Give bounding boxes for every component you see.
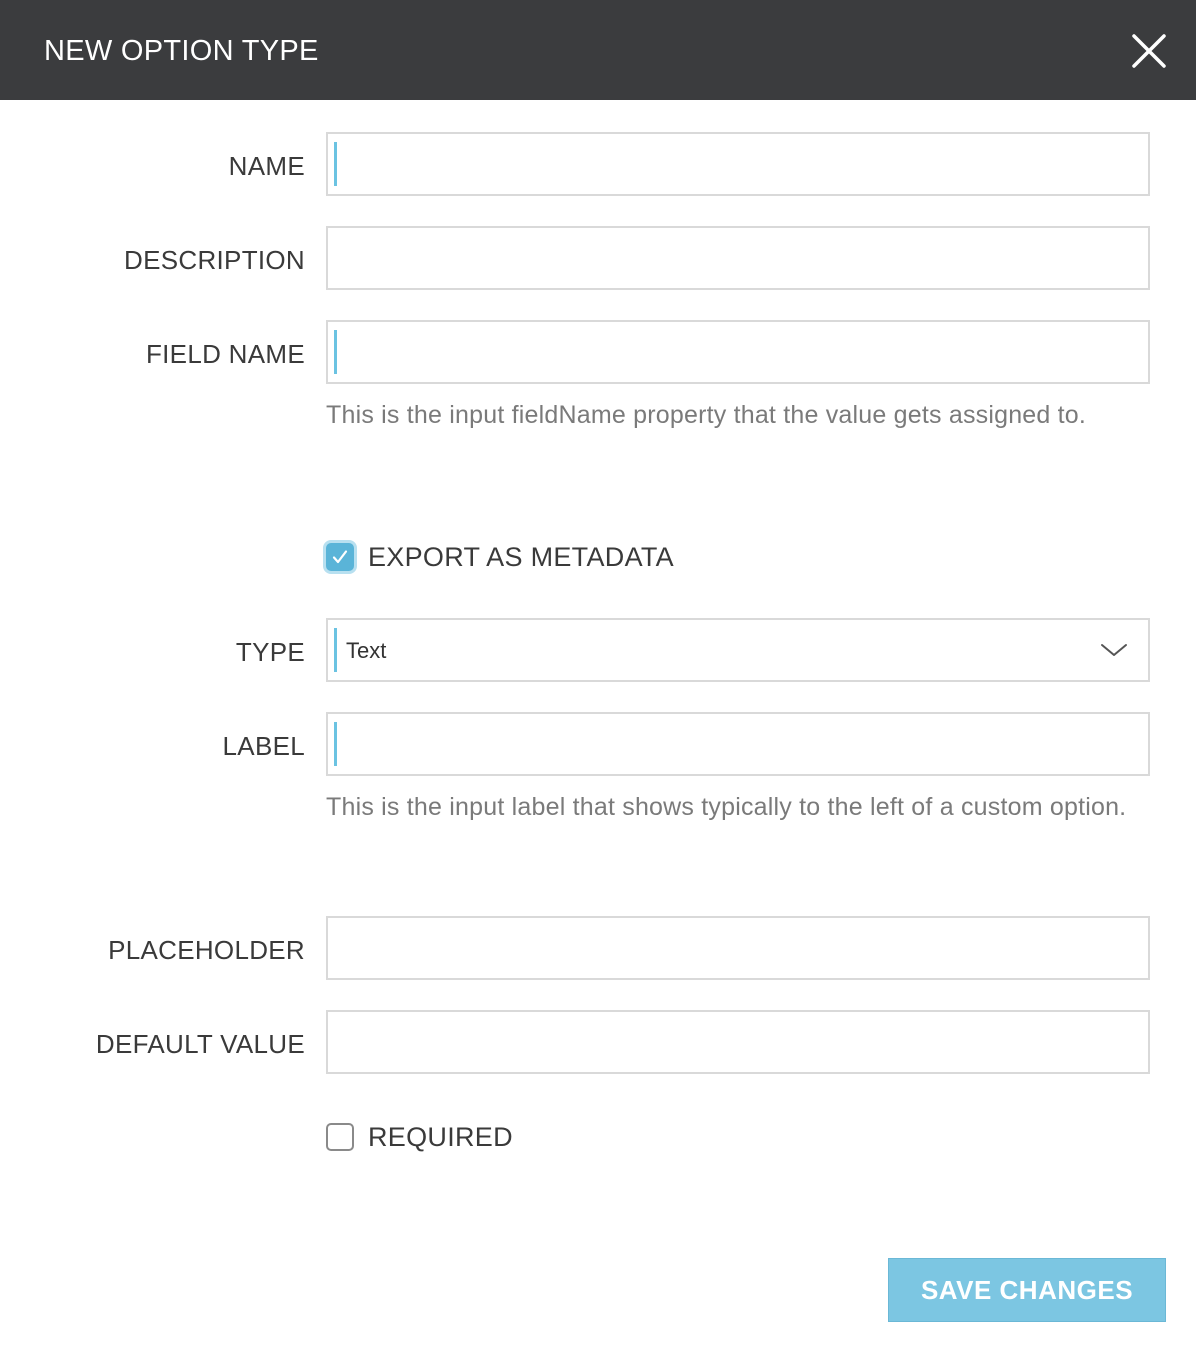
field-name-input[interactable] xyxy=(328,322,1148,382)
default-value-field[interactable] xyxy=(326,1010,1150,1074)
label-help-text: This is the input label that shows typic… xyxy=(326,793,1127,821)
chevron-down-icon xyxy=(1101,644,1127,656)
export-as-metadata-checkbox[interactable] xyxy=(326,543,354,571)
label-input[interactable] xyxy=(328,714,1148,774)
field-name-field[interactable] xyxy=(326,320,1150,384)
dialog-title: NEW OPTION TYPE xyxy=(44,35,319,67)
dialog-header: NEW OPTION TYPE xyxy=(0,0,1196,100)
type-select[interactable]: Text xyxy=(326,618,1150,682)
field-name-help-text: This is the input fieldName property tha… xyxy=(326,401,1087,429)
default-value-label: DEFAULT VALUE xyxy=(95,1029,305,1059)
placeholder-input[interactable] xyxy=(328,918,1148,978)
save-changes-button[interactable]: SAVE CHANGES xyxy=(888,1258,1166,1322)
export-as-metadata-checkbox-row[interactable]: EXPORT AS METADATA xyxy=(326,542,674,572)
type-label: TYPE xyxy=(235,637,305,667)
description-label: DESCRIPTION xyxy=(124,245,305,275)
name-field[interactable] xyxy=(326,132,1150,196)
required-label: REQUIRED xyxy=(368,1121,513,1152)
check-icon xyxy=(332,550,348,564)
close-button[interactable] xyxy=(1128,30,1170,72)
export-as-metadata-label: EXPORT AS METADATA xyxy=(368,541,674,572)
placeholder-label: PLACEHOLDER xyxy=(108,935,305,965)
required-checkbox[interactable] xyxy=(326,1123,354,1151)
description-field[interactable] xyxy=(326,226,1150,290)
name-label: NAME xyxy=(228,151,305,181)
focus-indicator xyxy=(334,628,337,672)
description-input[interactable] xyxy=(328,228,1148,288)
default-value-input[interactable] xyxy=(328,1012,1148,1072)
close-icon xyxy=(1132,34,1166,68)
label-label: LABEL xyxy=(222,731,305,761)
placeholder-field[interactable] xyxy=(326,916,1150,980)
focus-indicator xyxy=(334,330,337,374)
required-checkbox-row[interactable]: REQUIRED xyxy=(326,1122,513,1152)
type-selected-value: Text xyxy=(346,638,387,663)
label-field[interactable] xyxy=(326,712,1150,776)
focus-indicator xyxy=(334,722,337,766)
field-name-label: FIELD NAME xyxy=(145,339,305,369)
name-input[interactable] xyxy=(328,134,1148,194)
focus-indicator xyxy=(334,142,337,186)
